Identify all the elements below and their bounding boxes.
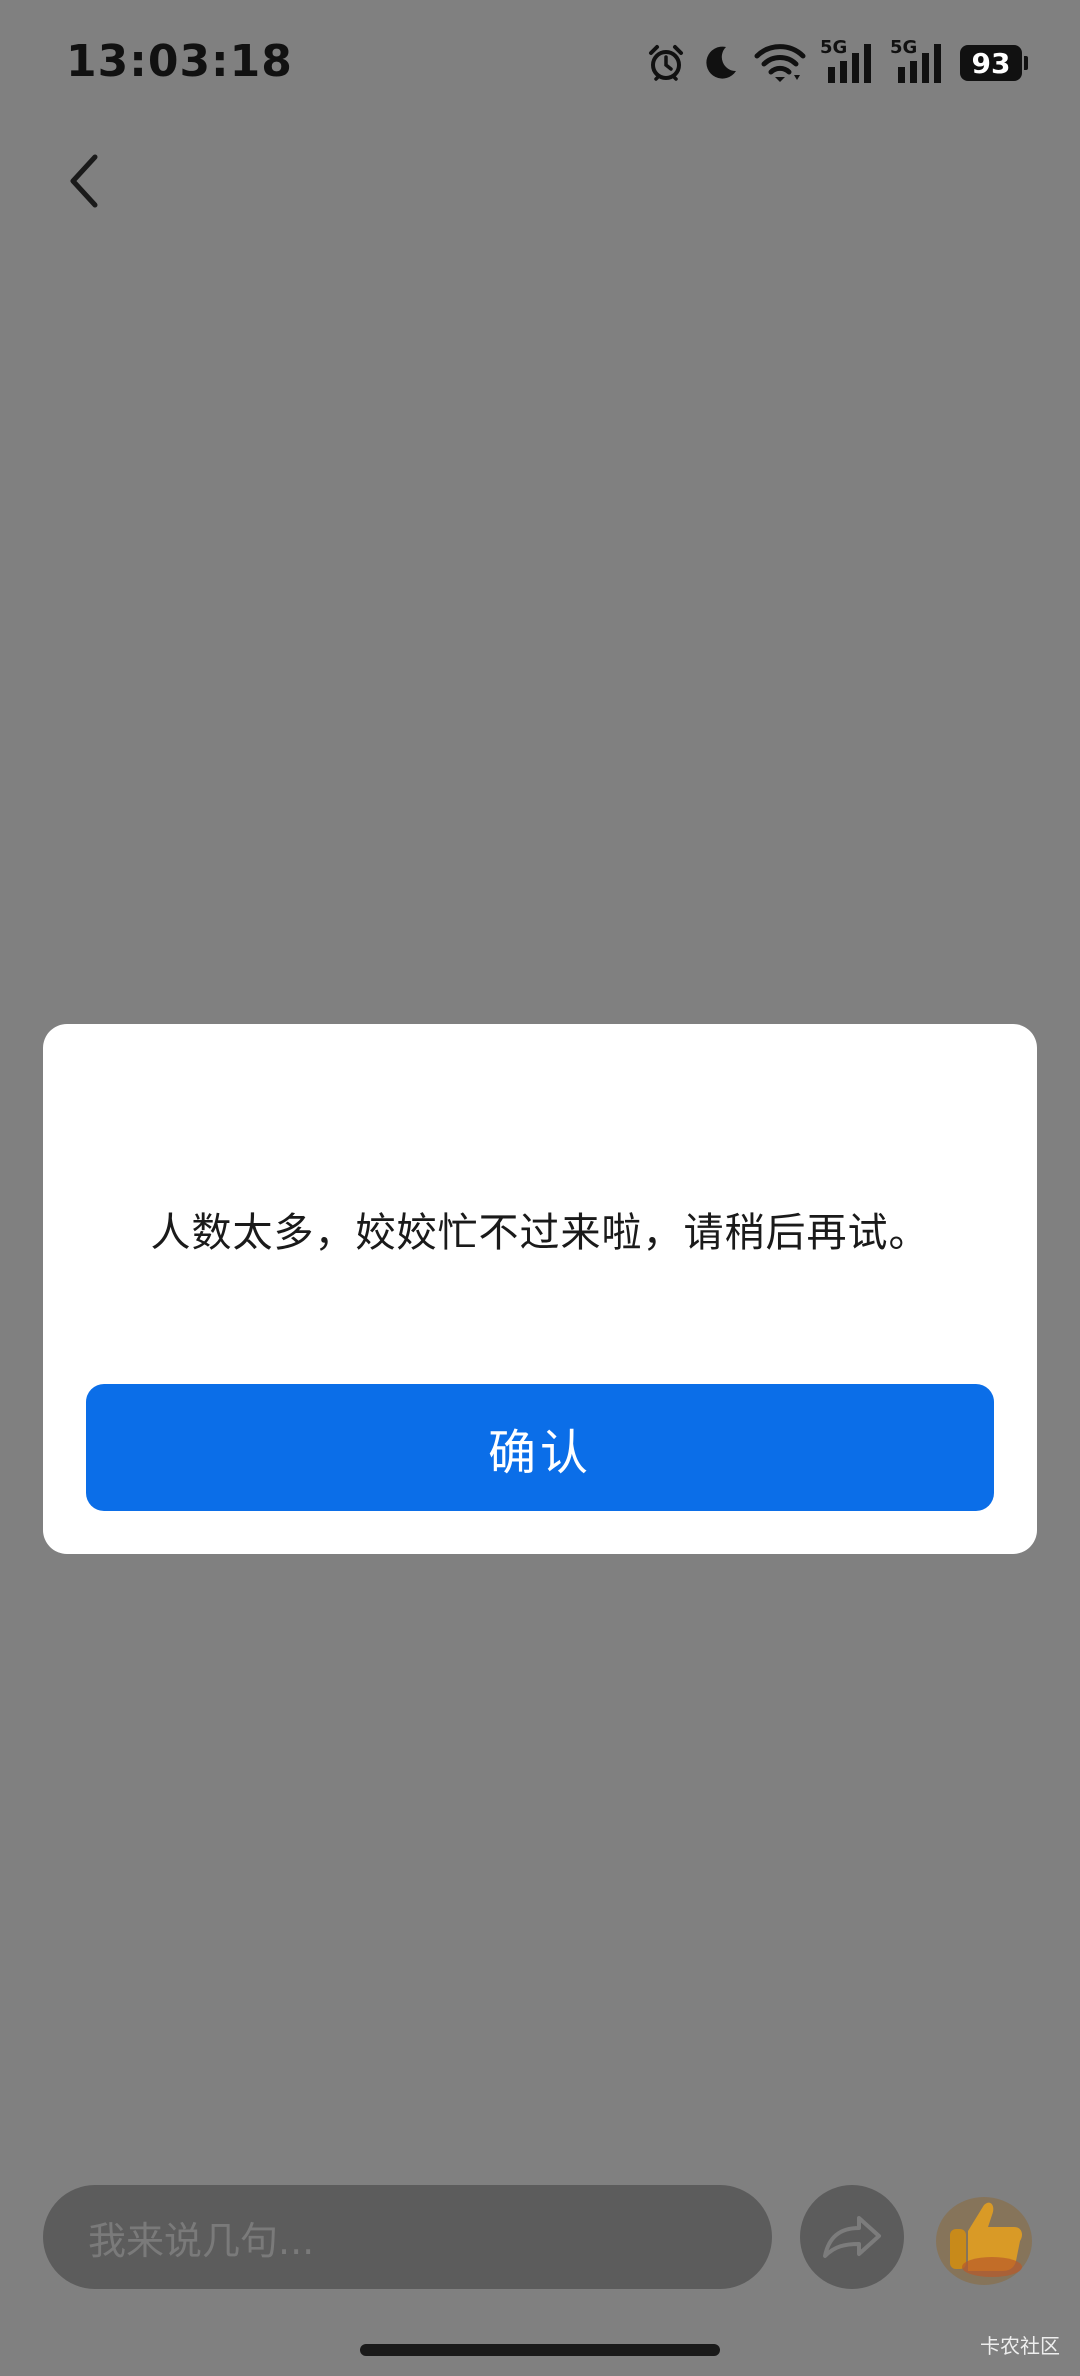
screen: 13:03:18 5G 5G 93 人数太多，姣姣忙不过来啦，请稍后再试。 确认… (0, 0, 1080, 2376)
status-icons: 5G 5G 93 (646, 37, 1028, 88)
thumbs-up-icon (936, 2197, 1032, 2285)
wifi-icon (754, 43, 806, 83)
moon-icon (700, 43, 740, 83)
watermark: 卡农社区 (980, 2334, 1060, 2358)
status-bar: 13:03:18 5G 5G 93 (0, 0, 1080, 130)
signal-5g-icon: 5G (820, 37, 876, 85)
share-button[interactable] (800, 2185, 904, 2289)
battery-level: 93 (971, 46, 1011, 80)
chevron-left-icon (70, 154, 98, 208)
alarm-icon (646, 43, 686, 83)
battery-icon: 93 (960, 45, 1028, 81)
comment-placeholder: 我来说几句... (88, 2218, 315, 2263)
alert-dialog: 人数太多，姣姣忙不过来啦，请稍后再试。 确认 (43, 1024, 1037, 1554)
comment-input[interactable]: 我来说几句... (43, 2185, 772, 2289)
back-button[interactable] (52, 148, 118, 214)
like-button[interactable] (932, 2185, 1036, 2289)
status-time: 13:03:18 (66, 36, 293, 87)
confirm-button[interactable]: 确认 (86, 1384, 994, 1511)
signal-5g-icon: 5G (890, 37, 946, 85)
share-icon (823, 2216, 881, 2258)
dialog-message: 人数太多，姣姣忙不过来啦，请稍后再试。 (150, 1210, 930, 1256)
home-indicator[interactable] (360, 2344, 720, 2356)
